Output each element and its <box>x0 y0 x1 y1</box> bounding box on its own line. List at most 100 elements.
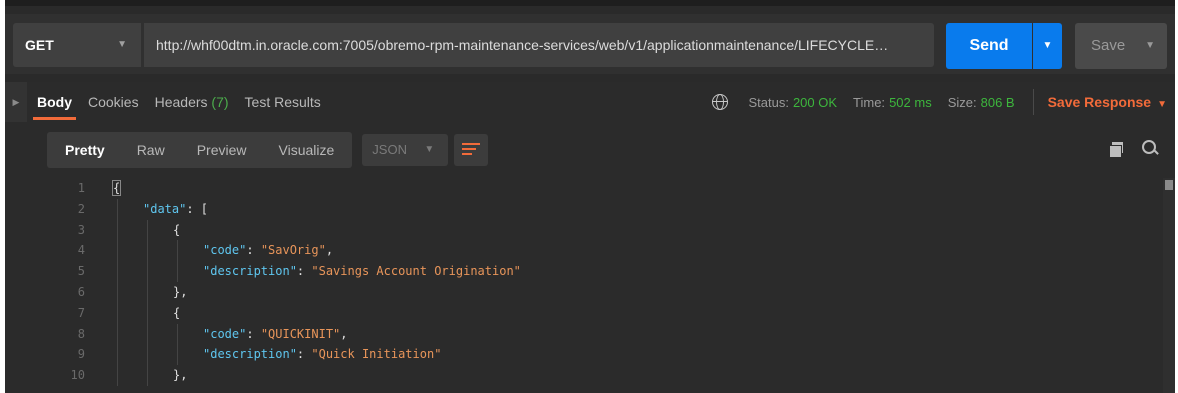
format-tab-preview[interactable]: Preview <box>181 132 263 168</box>
code-content: "description": "Savings Account Originat… <box>89 261 521 282</box>
code-content: { <box>89 219 181 241</box>
code-line: 8 "code": "QUICKINIT", <box>47 323 1167 345</box>
indent-guide <box>117 365 118 386</box>
indent-guide <box>177 261 178 282</box>
wrap-icon-line <box>462 148 477 150</box>
code-line: 5 "description": "Savings Account Origina… <box>47 261 1167 282</box>
json-string: "QUICKINIT" <box>260 326 341 341</box>
copy-icon[interactable] <box>1109 142 1123 158</box>
json-punctuation: : <box>246 243 261 258</box>
response-body-editor[interactable]: 1{2 "data": [3{4 "code": "SavOrig", 5 "descr… <box>47 178 1167 393</box>
json-punctuation: { <box>173 305 181 320</box>
indent-guide <box>147 281 148 303</box>
json-punctuation: { <box>173 222 181 237</box>
save-response-button[interactable]: Save Response ▼ <box>1048 94 1167 110</box>
tab-label: Body <box>37 94 72 110</box>
json-punctuation: }, <box>173 368 188 383</box>
time-value[interactable]: 502 ms <box>889 95 932 110</box>
tab-cookies[interactable]: Cookies <box>88 82 139 122</box>
line-number: 10 <box>70 368 85 383</box>
indent-guide <box>117 198 118 220</box>
indent-guide <box>117 261 118 282</box>
save-button[interactable]: Save ▼ <box>1075 23 1167 69</box>
code-line: 1{ <box>47 178 1167 199</box>
code-line: 6}, <box>47 281 1167 303</box>
indent-guide <box>177 240 178 262</box>
json-string: "SavOrig" <box>260 243 326 258</box>
indent-guide <box>177 344 178 366</box>
json-string: "Quick Initiation" <box>311 347 442 362</box>
indent-guide <box>147 365 148 386</box>
format-tab-raw[interactable]: Raw <box>121 132 181 168</box>
tab-label: Cookies <box>88 94 139 110</box>
indent-guide <box>147 344 148 366</box>
code-line: 10}, <box>47 365 1167 386</box>
code-content: "data": [ <box>89 198 208 220</box>
format-tabs: Pretty Raw Preview Visualize <box>47 132 353 168</box>
send-options-button[interactable]: ▼ <box>1033 23 1062 69</box>
save-response-label: Save Response <box>1047 94 1152 110</box>
chevron-down-icon: ▼ <box>1145 40 1155 51</box>
method-select[interactable]: GET ▼ <box>13 23 141 67</box>
indent-guide <box>147 219 148 241</box>
response-status: Status: 200 OK Time: 502 ms Size: 806 B … <box>712 82 1167 122</box>
line-number: 1 <box>77 181 85 195</box>
json-key: "description" <box>203 264 297 279</box>
code-content: }, <box>89 281 188 303</box>
line-number: 9 <box>77 347 85 362</box>
line-number: 3 <box>77 222 85 237</box>
json-key: "code" <box>203 326 247 341</box>
format-tab-pretty[interactable]: Pretty <box>49 132 121 168</box>
tab-headers[interactable]: Headers (7) <box>155 82 229 122</box>
tab-test-results[interactable]: Test Results <box>245 82 321 122</box>
response-tabs: Body Cookies Headers (7) Test Results <box>33 82 337 122</box>
code-line: 9 "description": "Quick Initiation" <box>47 344 1167 366</box>
json-punctuation: , <box>325 243 334 258</box>
status-value[interactable]: 200 OK <box>793 95 837 110</box>
json-key: "data" <box>143 201 187 216</box>
send-button[interactable]: Send <box>946 23 1032 69</box>
editor-scrollbar[interactable] <box>1163 178 1175 393</box>
indent-guide <box>147 323 148 345</box>
scrollbar-thumb[interactable] <box>1165 180 1173 190</box>
save-label: Save <box>1091 37 1126 54</box>
json-punctuation: : <box>296 347 312 362</box>
language-select[interactable]: JSON ▼ <box>362 134 449 166</box>
code-content: { <box>89 178 122 199</box>
indent-guide <box>117 302 118 324</box>
json-punctuation: , <box>340 326 348 341</box>
body-toolbar: Pretty Raw Preview Visualize JSON ▼ <box>47 132 489 168</box>
code-content: "code": "SavOrig", <box>89 240 334 262</box>
size-value[interactable]: 806 B <box>981 95 1015 110</box>
status-label: Status: <box>748 94 789 110</box>
indent-guide <box>117 281 118 303</box>
json-key: "code" <box>203 243 247 258</box>
json-punctuation: }, <box>173 284 188 299</box>
chevron-down-icon: ▼ <box>117 39 127 50</box>
wrap-icon <box>462 143 481 145</box>
indent-guide <box>177 323 178 345</box>
code-content: "description": "Quick Initiation" <box>89 344 442 366</box>
code-content: "code": "QUICKINIT", <box>89 323 348 345</box>
url-input[interactable]: http://whf00dtm.in.oracle.com:7005/obrem… <box>144 23 934 67</box>
globe-icon[interactable] <box>712 94 729 110</box>
response-pane: ▶ Body Cookies Headers (7) Test Results Sta… <box>5 82 1175 393</box>
json-key: "description" <box>203 347 297 362</box>
tab-body[interactable]: Body <box>33 82 76 122</box>
code-content: { <box>89 302 181 324</box>
language-label: JSON <box>372 142 407 157</box>
format-tab-visualize[interactable]: Visualize <box>263 132 351 168</box>
divider <box>1032 89 1034 115</box>
wrap-lines-button[interactable] <box>454 134 489 166</box>
json-string: "Savings Account Origination" <box>311 264 521 279</box>
chevron-down-icon: ▼ <box>1042 40 1053 51</box>
code-line: 7{ <box>47 302 1167 324</box>
expand-sidebar-toggle[interactable]: ▶ <box>5 82 27 122</box>
line-number: 6 <box>77 284 85 299</box>
tab-label: Headers <box>154 94 208 110</box>
time-label: Time: <box>853 94 886 110</box>
tab-label: Test Results <box>244 94 321 110</box>
code-line: 2 "data": [ <box>47 198 1167 220</box>
indent-guide <box>117 219 118 241</box>
search-icon[interactable] <box>1141 139 1159 157</box>
